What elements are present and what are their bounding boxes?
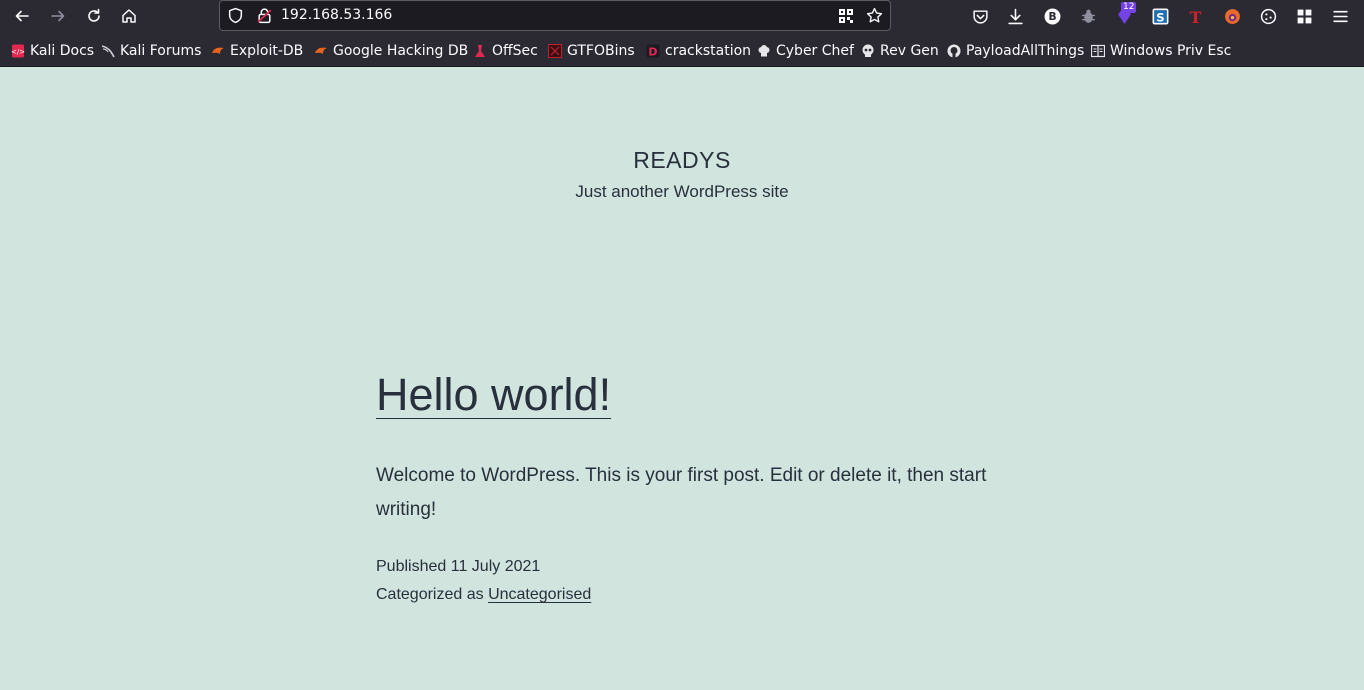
- bookmark-star-icon[interactable]: [866, 7, 883, 24]
- extensions-icon: [1297, 9, 1311, 23]
- insecure-lock-icon[interactable]: [256, 7, 273, 24]
- reload-button[interactable]: [83, 5, 105, 27]
- download-icon: [1007, 8, 1023, 24]
- shield-icon[interactable]: [227, 7, 244, 24]
- kali-dragon-icon: [101, 44, 115, 58]
- home-button[interactable]: [118, 5, 140, 27]
- back-button[interactable]: [11, 5, 33, 27]
- extension-t-button[interactable]: T: [1184, 5, 1206, 27]
- fox-extension-icon: [1224, 8, 1240, 24]
- post-published: Published 11 July 2021: [376, 558, 540, 576]
- extension-cookie-button[interactable]: [1257, 5, 1279, 27]
- exploit-db-icon: [211, 44, 225, 58]
- bookmark-gtfobins[interactable]: GTFOBins: [548, 42, 635, 60]
- forward-button[interactable]: [47, 5, 69, 27]
- svg-text:S: S: [1156, 10, 1164, 24]
- extension-s-button[interactable]: S: [1149, 5, 1171, 27]
- post-category: Categorized as Uncategorised: [376, 586, 591, 604]
- github-icon: [947, 44, 961, 58]
- category-link[interactable]: Uncategorised: [488, 586, 591, 603]
- bookmark-google-hacking-db[interactable]: Google Hacking DB: [314, 42, 468, 60]
- bookmark-crackstation[interactable]: D crackstation: [646, 42, 751, 60]
- site-title[interactable]: READYS: [0, 147, 1364, 174]
- browser-toolbar: 192.168.53.166 B 12 S T: [0, 0, 1364, 32]
- post-title-link[interactable]: Hello world!: [376, 369, 611, 421]
- arrow-left-icon: [15, 10, 29, 22]
- published-prefix: Published: [376, 558, 447, 575]
- home-icon: [122, 9, 136, 23]
- offsec-icon: [473, 44, 487, 58]
- address-bar[interactable]: 192.168.53.166: [219, 0, 891, 31]
- skull-icon: [861, 44, 875, 58]
- app-menu-button[interactable]: [1329, 5, 1351, 27]
- bookmark-windows-priv-esc[interactable]: Windows Priv Esc: [1091, 42, 1231, 60]
- bookmark-offsec[interactable]: OffSec: [473, 42, 538, 60]
- pocket-button[interactable]: [969, 5, 991, 27]
- published-date: 11 July 2021: [450, 558, 541, 575]
- bookmark-rev-gen[interactable]: Rev Gen: [861, 42, 939, 60]
- exploit-db-icon: [314, 44, 328, 58]
- url-text[interactable]: 192.168.53.166: [281, 7, 392, 23]
- svg-text:D: D: [648, 46, 657, 59]
- svg-text:B: B: [1048, 10, 1056, 23]
- gtfobins-icon: [548, 44, 562, 58]
- extension-wappalyzer-button[interactable]: [1221, 5, 1243, 27]
- s-extension-icon: S: [1152, 8, 1168, 24]
- bookmarks-toolbar: </> Kali Docs Kali Forums Exploit-DB Goo…: [0, 32, 1364, 67]
- bookmark-payloadallthings[interactable]: PayloadAllThings: [947, 42, 1084, 60]
- qr-code-icon[interactable]: [838, 8, 854, 24]
- book-icon: [1091, 44, 1105, 58]
- bookmark-kali-forums[interactable]: Kali Forums: [101, 42, 201, 60]
- page-viewport: READYS Just another WordPress site Hello…: [0, 67, 1364, 690]
- bug-icon: [1081, 9, 1095, 23]
- bookmark-kali-docs[interactable]: </> Kali Docs: [11, 42, 94, 60]
- post-content: Welcome to WordPress. This is your first…: [376, 465, 987, 520]
- extension-b-button[interactable]: B: [1041, 5, 1063, 27]
- category-prefix: Categorized as: [376, 586, 484, 603]
- crackstation-icon: D: [646, 44, 660, 58]
- b-extension-icon: B: [1044, 8, 1060, 24]
- hamburger-menu-icon: [1332, 10, 1348, 22]
- arrow-right-icon: [51, 10, 65, 22]
- extension-badge: 12: [1121, 2, 1137, 13]
- bookmark-cyber-chef[interactable]: Cyber Chef: [757, 42, 854, 60]
- svg-text:</>: </>: [11, 48, 25, 56]
- bookmark-exploit-db[interactable]: Exploit-DB: [211, 42, 303, 60]
- kali-docs-icon: </>: [11, 44, 25, 58]
- extensions-button[interactable]: [1293, 5, 1315, 27]
- reload-icon: [88, 8, 100, 22]
- cookie-icon: [1260, 8, 1276, 24]
- site-description: Just another WordPress site: [575, 182, 789, 201]
- downloads-button[interactable]: [1004, 5, 1026, 27]
- chef-hat-icon: [757, 44, 771, 58]
- extension-bug-button[interactable]: [1077, 5, 1099, 27]
- svg-text:T: T: [1189, 8, 1201, 25]
- t-extension-icon: T: [1189, 8, 1201, 25]
- pocket-icon: [972, 9, 988, 24]
